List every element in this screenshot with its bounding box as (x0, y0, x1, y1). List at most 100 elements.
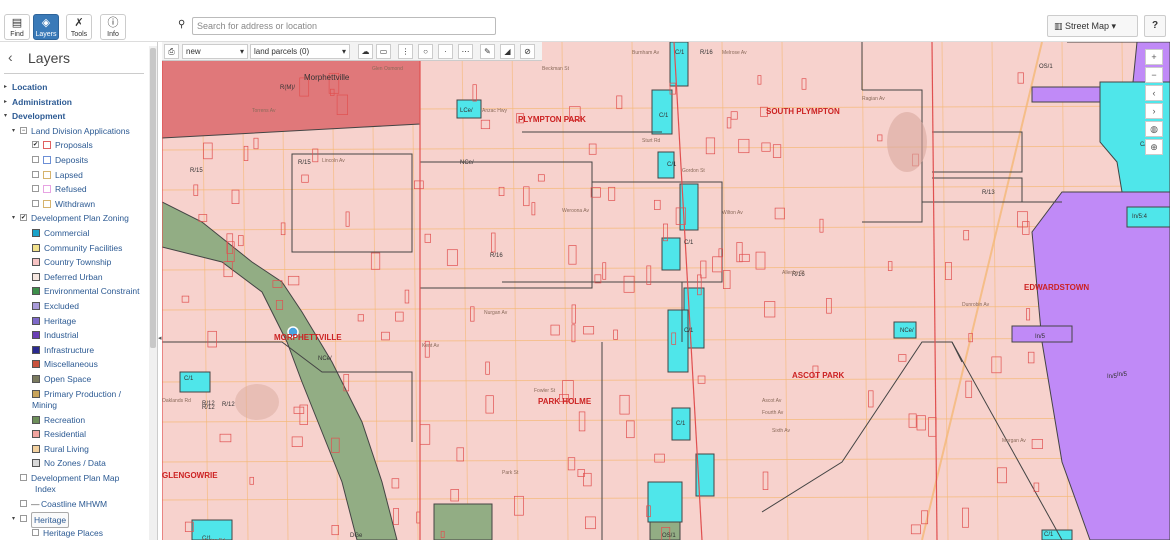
collapse-icon[interactable]: ▾ (12, 124, 15, 138)
land-parcel (562, 380, 574, 400)
expand-icon[interactable]: ▸ (4, 80, 7, 94)
land-parcel (571, 324, 576, 343)
dotted-line-icon[interactable]: ⋯ (458, 44, 473, 59)
map-canvas[interactable]: Morphettville PLYMPTON PARK SOUTH PLYMPTON… (162, 42, 1170, 540)
land-parcel (485, 395, 494, 414)
collapse-icon[interactable]: ▾ (12, 211, 15, 225)
layer-label: Environmental Constraint (44, 286, 140, 297)
land-parcel (357, 314, 364, 322)
land-parcel (739, 253, 750, 262)
zoom-box-icon[interactable]: ⊕ (1145, 139, 1163, 155)
feature-select[interactable]: land parcels (0) ▾ (250, 44, 350, 59)
info-button[interactable]: ⓘ Info (100, 14, 126, 40)
land-parcel (608, 186, 616, 201)
layer-label: Community Facilities (44, 242, 123, 253)
vertical-dots-icon[interactable]: ⋮ (398, 44, 413, 59)
collapse-icon[interactable]: ▾ (4, 109, 7, 123)
layer-checkbox[interactable]: ✔ (32, 141, 39, 149)
zone-code-label: C/1 (659, 113, 669, 119)
zone-code-label: DGe (350, 533, 363, 539)
tools-button[interactable]: ✗ Tools (66, 14, 92, 40)
zone-code-label: C/1 (1044, 532, 1054, 538)
layer-label: Excluded (44, 301, 79, 311)
expand-icon[interactable]: ▸ (4, 95, 7, 109)
layers-panel: ‹ Layers ▸ Location ▸ Administration ▾ Develo… (0, 42, 158, 540)
panel-scrollbar[interactable] (149, 46, 157, 540)
land-parcel (928, 417, 937, 437)
map-forward-button[interactable]: › (1145, 103, 1163, 119)
layer-checkbox[interactable] (32, 156, 39, 163)
layer-label: Infrastructure (44, 344, 95, 355)
layer-checkbox[interactable] (32, 185, 39, 193)
street-label: Sturt Rd (642, 138, 661, 144)
zoom-out-button[interactable]: − (1145, 67, 1163, 83)
land-parcel (393, 508, 399, 525)
street-label: Torrens Av (252, 108, 276, 114)
scrollbar-thumb[interactable] (150, 48, 156, 348)
find-button[interactable]: ▤ Find (4, 14, 30, 40)
layer-checkbox[interactable] (20, 514, 27, 522)
legend-swatch (43, 170, 51, 179)
layer-label: Industrial (44, 330, 79, 341)
basemap-dropdown[interactable]: ▥ Street Map ▾ (1047, 15, 1138, 37)
globe-icon[interactable]: ◍ (1145, 121, 1163, 137)
land-parcel (391, 478, 400, 489)
back-arrow-icon[interactable]: ‹ (8, 49, 13, 65)
land-parcel (962, 507, 969, 528)
measure-icon[interactable]: ◢ (500, 44, 515, 59)
legend-swatch (32, 287, 40, 296)
land-parcel (887, 261, 893, 271)
street-label: Allenby St (782, 270, 805, 276)
zone-boundary (291, 153, 413, 253)
land-parcel (238, 235, 244, 247)
zone-boundary (932, 131, 1023, 173)
point-icon[interactable]: · (438, 44, 453, 59)
search-input[interactable] (192, 17, 496, 35)
zone-code-label: In/5 (1117, 372, 1128, 378)
zone-polygon (651, 89, 673, 135)
suburb-label: PARK HOLME (538, 397, 592, 406)
layer-checkbox[interactable] (20, 500, 27, 507)
layers-button[interactable]: ◈ Layers (33, 14, 59, 40)
zone-polygon (179, 371, 211, 393)
zone-code-label: C/1 (667, 162, 677, 168)
collapse-icon[interactable]: ▾ (12, 512, 15, 526)
street-label: Burnham Av (632, 50, 660, 56)
land-parcel (537, 174, 545, 182)
land-parcel (312, 148, 319, 163)
circle-icon[interactable]: ○ (418, 44, 433, 59)
layer-checkbox[interactable]: ✔ (20, 214, 27, 222)
cloud-icon[interactable]: ☁ (358, 44, 373, 59)
land-parcel (219, 433, 232, 443)
street-label: Beckman St (542, 66, 570, 72)
land-parcel (345, 211, 350, 227)
layer-checkbox[interactable]: − (20, 126, 27, 134)
clear-icon[interactable]: ⊘ (520, 44, 535, 59)
zoom-in-button[interactable]: + (1145, 49, 1163, 65)
street-label: Ragian Av (862, 96, 885, 102)
pencil-icon[interactable]: ✎ (480, 44, 495, 59)
zone-boundary (761, 341, 963, 513)
land-parcel (203, 142, 213, 160)
suburb-label: Morphettville (304, 73, 350, 82)
map-icon: ▥ (1054, 21, 1063, 31)
layer-checkbox[interactable] (32, 170, 39, 178)
chevron-down-icon: ▾ (341, 47, 346, 56)
layer-select[interactable]: new ▾ (182, 44, 248, 59)
zone-code-label: NCe/ (318, 356, 332, 362)
land-parcel (757, 75, 762, 85)
zone-code-label: OS/1 (1039, 64, 1053, 70)
layer-checkbox[interactable] (20, 474, 27, 481)
zone-boundary (502, 281, 683, 342)
street-label: Fourth Av (762, 410, 784, 416)
map-back-button[interactable]: ‹ (1145, 85, 1163, 101)
map-view[interactable]: Morphettville PLYMPTON PARK SOUTH PLYMPTON… (162, 42, 1170, 540)
layer-checkbox[interactable] (32, 529, 39, 537)
layer-label: Proposals (55, 140, 93, 151)
print-icon[interactable]: ⎙ (164, 44, 179, 59)
street-label: Park St (502, 470, 519, 476)
help-button[interactable]: ? (1144, 15, 1166, 37)
land-parcel (370, 252, 381, 270)
layer-checkbox[interactable] (32, 199, 39, 207)
rectangle-icon[interactable]: ▭ (376, 44, 391, 59)
